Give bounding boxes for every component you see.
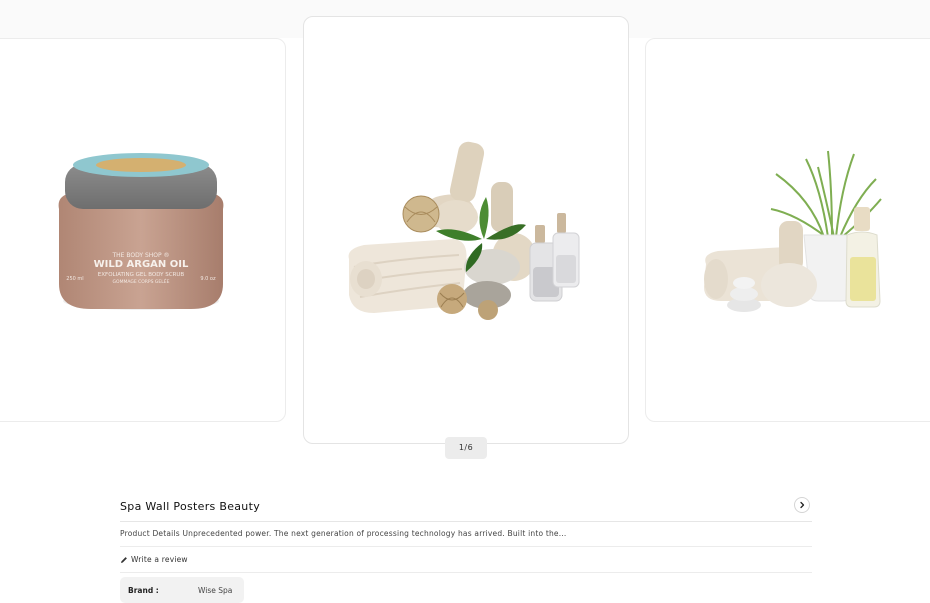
product-description: Product Details Unprecedented power. The… bbox=[120, 529, 567, 538]
carousel-slide-active[interactable] bbox=[303, 16, 629, 444]
brand-value[interactable]: Wise Spa bbox=[198, 586, 232, 595]
product-title: Spa Wall Posters Beauty bbox=[120, 500, 261, 513]
jar-volume-text: 250 ml bbox=[66, 276, 83, 282]
chevron-right-icon bbox=[800, 501, 805, 509]
jar-line1-text: EXFOLIATING GEL BODY SCRUB bbox=[98, 272, 185, 278]
write-review-label: Write a review bbox=[131, 555, 188, 564]
product-info: Spa Wall Posters Beauty Product Details … bbox=[120, 490, 812, 603]
product-image-spa-set bbox=[348, 141, 580, 320]
brand-label: Brand : bbox=[128, 586, 159, 595]
write-review-link[interactable]: Write a review bbox=[120, 547, 812, 573]
title-row: Spa Wall Posters Beauty bbox=[120, 490, 812, 522]
carousel-slide-next[interactable] bbox=[645, 38, 930, 422]
carousel-slide-prev[interactable]: THE BODY SHOP ® WILD ARGAN OIL EXFOLIATI… bbox=[0, 38, 286, 422]
jar-name-text: WILD ARGAN OIL bbox=[94, 259, 189, 270]
carousel-pager: 1/6 bbox=[445, 437, 487, 459]
product-image-spa-plant bbox=[704, 150, 882, 312]
description-row: Product Details Unprecedented power. The… bbox=[120, 522, 812, 547]
product-image-scrub-jar: THE BODY SHOP ® WILD ARGAN OIL EXFOLIATI… bbox=[58, 153, 224, 310]
brand-box: Brand : Wise Spa bbox=[120, 577, 244, 603]
pencil-icon bbox=[121, 556, 127, 563]
jar-weight-text: 9.0 oz bbox=[200, 276, 216, 282]
next-product-button[interactable] bbox=[794, 497, 810, 513]
jar-brand-text: THE BODY SHOP ® bbox=[111, 252, 169, 259]
